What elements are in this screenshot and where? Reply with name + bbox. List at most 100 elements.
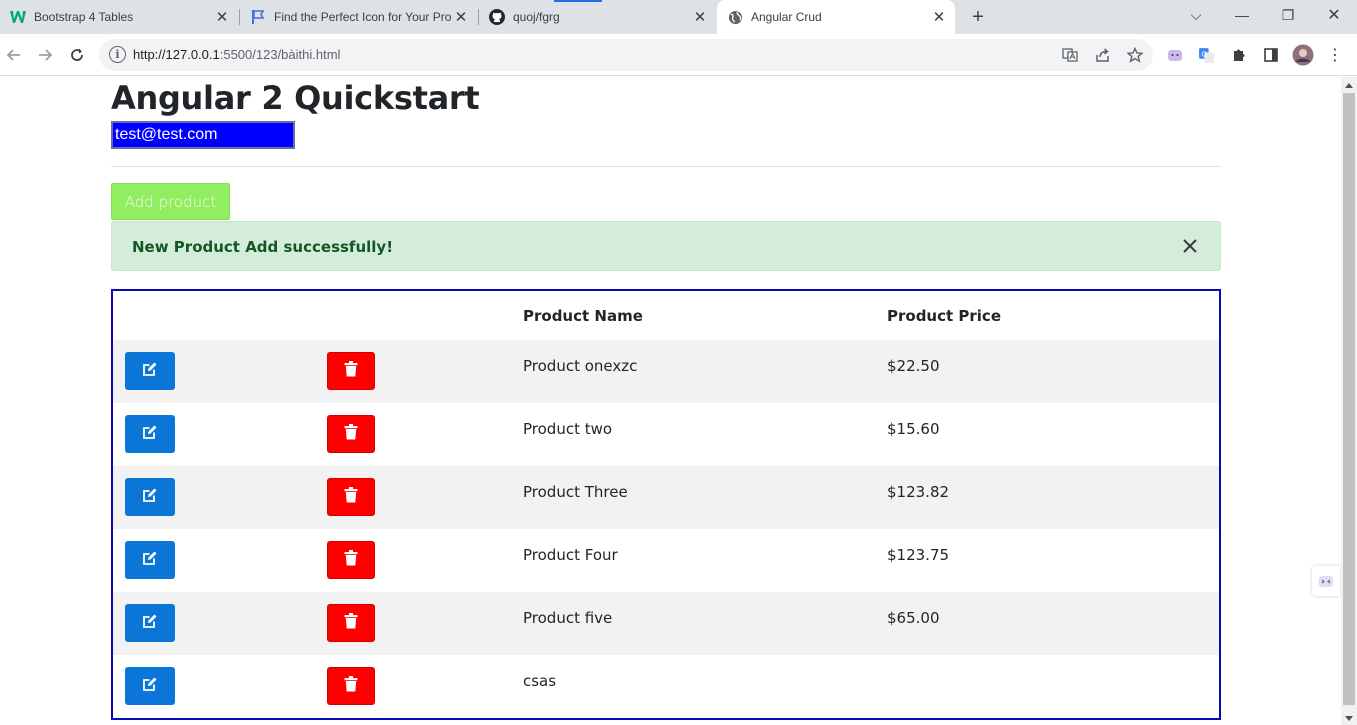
alert-message: New Product Add successfully!: [132, 238, 394, 256]
close-icon[interactable]: ✕: [690, 7, 710, 27]
trash-icon: [344, 549, 358, 571]
table-row: Product onexzc $22.50: [113, 340, 1219, 403]
restore-button[interactable]: ❐: [1265, 0, 1311, 30]
reload-button[interactable]: [64, 42, 90, 68]
product-name: Product Three: [523, 483, 628, 501]
url-host: http://127.0.0.1: [133, 47, 220, 62]
close-icon[interactable]: ✕: [451, 7, 471, 27]
product-price: $123.75: [887, 546, 950, 564]
column-header-product-price: Product Price: [887, 307, 1001, 325]
extension-cat-icon[interactable]: [1166, 46, 1184, 64]
tab-title: quoj/fgrg: [513, 10, 560, 24]
arrow-right-icon: [39, 49, 53, 61]
trash-icon: [344, 612, 358, 634]
tab-angular-crud[interactable]: Angular Crud ✕: [717, 0, 955, 34]
table-row: Product Four $123.75: [113, 529, 1219, 592]
edit-icon: [142, 487, 158, 508]
scrollbar-thumb[interactable]: [1343, 93, 1355, 705]
github-icon: [489, 9, 505, 25]
arrow-left-icon: [6, 49, 20, 61]
tab-title: Angular Crud: [751, 10, 822, 24]
svg-text:G: G: [1201, 49, 1207, 58]
edit-button[interactable]: [125, 604, 175, 642]
tab-strip: Bootstrap 4 Tables ✕ Find the Perfect Ic…: [0, 0, 1357, 34]
edit-icon: [142, 613, 158, 634]
page-scrollbar[interactable]: [1341, 77, 1357, 725]
edit-button[interactable]: [125, 541, 175, 579]
translate-icon[interactable]: [1060, 45, 1080, 65]
scroll-up-arrow-icon[interactable]: [1345, 83, 1353, 88]
tab-title: Bootstrap 4 Tables: [34, 10, 134, 24]
close-icon[interactable]: ✕: [929, 7, 949, 27]
extension-cat-icon: [1319, 576, 1333, 587]
back-button[interactable]: [1, 42, 27, 68]
globe-icon: [727, 9, 743, 25]
browser-toolbar: i http://127.0.0.1:5500/123/bàithi.html …: [0, 34, 1357, 76]
delete-button[interactable]: [327, 352, 375, 390]
reload-icon: [71, 48, 83, 61]
w3schools-icon: [10, 9, 26, 25]
tab-bootstrap-tables[interactable]: Bootstrap 4 Tables ✕: [0, 0, 238, 34]
table-row: Product five $65.00: [113, 592, 1219, 655]
info-icon[interactable]: i: [109, 46, 126, 63]
share-icon[interactable]: [1093, 45, 1113, 65]
product-name: Product five: [523, 609, 613, 627]
tab-github[interactable]: quoj/fgrg ✕: [479, 0, 716, 34]
edit-icon: [142, 550, 158, 571]
google-translate-icon[interactable]: G: [1197, 46, 1215, 64]
trash-icon: [344, 423, 358, 445]
delete-button[interactable]: [327, 415, 375, 453]
side-panel-icon[interactable]: [1262, 46, 1280, 64]
url-text: http://127.0.0.1:5500/123/bàithi.html: [133, 47, 340, 62]
trash-icon: [344, 360, 358, 382]
column-header-product-name: Product Name: [523, 307, 643, 325]
product-price: $123.82: [887, 483, 950, 501]
page-viewport: Angular 2 Quickstart Add product New Pro…: [0, 77, 1341, 725]
email-field[interactable]: [111, 121, 295, 149]
edit-icon: [142, 676, 158, 697]
table-row: Product two $15.60: [113, 403, 1219, 466]
url-path: :5500/123/bàithi.html: [219, 47, 341, 62]
edit-button[interactable]: [125, 415, 175, 453]
edit-icon: [142, 424, 158, 445]
table-header-row: Product Name Product Price: [113, 291, 1219, 340]
product-name: Product onexzc: [523, 357, 638, 375]
edit-button[interactable]: [125, 352, 175, 390]
table-row: Product Three $123.82: [113, 466, 1219, 529]
edit-button[interactable]: [125, 478, 175, 516]
new-tab-button[interactable]: +: [966, 5, 990, 29]
close-icon[interactable]: ✕: [212, 7, 232, 27]
product-price: $15.60: [887, 420, 940, 438]
product-name: Product Four: [523, 546, 618, 564]
add-product-button[interactable]: Add product: [111, 183, 230, 220]
address-bar[interactable]: i http://127.0.0.1:5500/123/bàithi.html: [99, 39, 1153, 71]
tab-search-icon[interactable]: ⌵: [1173, 0, 1219, 30]
delete-button[interactable]: [327, 478, 375, 516]
window-close-button[interactable]: ✕: [1311, 0, 1357, 30]
delete-button[interactable]: [327, 667, 375, 705]
products-table: Product Name Product Price Product onexz…: [111, 289, 1221, 720]
forward-button[interactable]: [32, 42, 58, 68]
page-title: Angular 2 Quickstart: [111, 79, 480, 117]
minimize-button[interactable]: —: [1219, 0, 1265, 30]
product-price: $22.50: [887, 357, 940, 375]
delete-button[interactable]: [327, 541, 375, 579]
flag-icon: [250, 9, 266, 25]
tab-find-icon[interactable]: Find the Perfect Icon for Your Pro ✕: [240, 0, 477, 34]
edit-button[interactable]: [125, 667, 175, 705]
close-icon[interactable]: [1180, 235, 1200, 257]
kebab-menu-icon[interactable]: ⋮: [1326, 46, 1344, 64]
edit-icon: [142, 361, 158, 382]
extension-side-tab[interactable]: [1312, 566, 1340, 596]
bookmark-star-icon[interactable]: [1125, 45, 1145, 65]
delete-button[interactable]: [327, 604, 375, 642]
divider: [111, 166, 1221, 167]
product-price: $65.00: [887, 609, 940, 627]
product-name: Product two: [523, 420, 613, 438]
product-name: csas: [523, 672, 557, 690]
extensions-puzzle-icon[interactable]: [1230, 46, 1248, 64]
profile-avatar[interactable]: [1292, 44, 1314, 66]
scroll-down-arrow-icon[interactable]: [1345, 716, 1353, 721]
success-alert: New Product Add successfully!: [111, 221, 1221, 271]
table-row: csas: [113, 655, 1219, 718]
